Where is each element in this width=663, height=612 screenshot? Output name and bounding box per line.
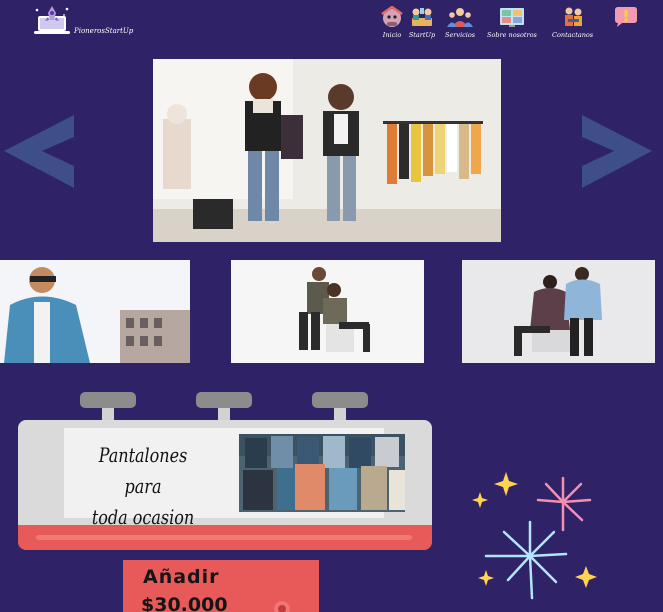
alert-chat-icon: [615, 7, 637, 27]
counter-strip: [18, 525, 432, 550]
counter-body: Pantalones para toda ocasion: [18, 420, 432, 529]
man-sunglasses-denim-photo: [0, 260, 190, 363]
video-call-icon: [499, 8, 524, 27]
nav-item-alert[interactable]: [612, 6, 640, 31]
chevron-left-icon[interactable]: [4, 115, 102, 188]
main-nav: Inicio StartUp Servicios Sobre nosotros …: [378, 6, 650, 42]
support-people-icon: [447, 8, 474, 27]
gallery-image[interactable]: [231, 260, 424, 363]
couple-casual-photo: [231, 260, 424, 363]
team-meeting-icon: [412, 8, 432, 26]
promo-title-line: Pantalones para: [98, 443, 188, 498]
gallery-image[interactable]: [0, 260, 190, 363]
brand-name: PionerosStartUp: [74, 27, 134, 35]
contact-people-icon: [564, 7, 582, 26]
chevron-right-icon[interactable]: [554, 115, 652, 188]
nav-item-contactanos[interactable]: Contactanos: [552, 6, 593, 39]
nav-item-startup[interactable]: StartUp: [408, 6, 436, 39]
nav-label: Inicio: [382, 31, 402, 39]
brand-logo[interactable]: PionerosStartUp: [32, 4, 133, 36]
clothing-store-photo: [153, 59, 501, 242]
counter-knob-icon: [80, 392, 136, 422]
home-character-icon: [381, 6, 403, 27]
promo-title: Pantalones para toda ocasion: [83, 440, 203, 533]
promo-counter: Pantalones para toda ocasion Añadir $30.…: [16, 390, 434, 612]
nav-item-servicios[interactable]: Servicios: [445, 6, 475, 39]
nav-item-inicio[interactable]: Inicio: [378, 6, 406, 39]
add-to-cart-button[interactable]: Añadir $30.000: [123, 560, 319, 612]
nav-label: Servicios: [445, 31, 476, 39]
cart-badge-icon: [274, 601, 290, 612]
nav-item-sobre-nosotros[interactable]: Sobre nosotros: [487, 6, 537, 39]
counter-strip-highlight: [36, 535, 412, 540]
nav-label: Contactanos: [552, 31, 594, 39]
add-button-label: Añadir: [143, 566, 220, 588]
nav-label: StartUp: [408, 31, 436, 39]
gallery-image[interactable]: [462, 260, 655, 363]
counter-knob-icon: [312, 392, 368, 422]
carousel-slide-image: [153, 59, 501, 242]
promo-product-image[interactable]: [239, 434, 405, 512]
top-bar: PionerosStartUp Inicio StartUp Servicios…: [0, 0, 663, 45]
nav-label: Sobre nosotros: [487, 31, 537, 39]
promo-panel: Pantalones para toda ocasion: [64, 428, 405, 529]
price-label: $30.000: [141, 594, 228, 612]
women-fur-coats-photo: [462, 260, 655, 363]
rocket-laptop-icon: [34, 6, 70, 34]
counter-knob-icon: [196, 392, 252, 422]
fireworks-icon: [472, 472, 597, 600]
folded-jeans-photo: [239, 434, 405, 512]
